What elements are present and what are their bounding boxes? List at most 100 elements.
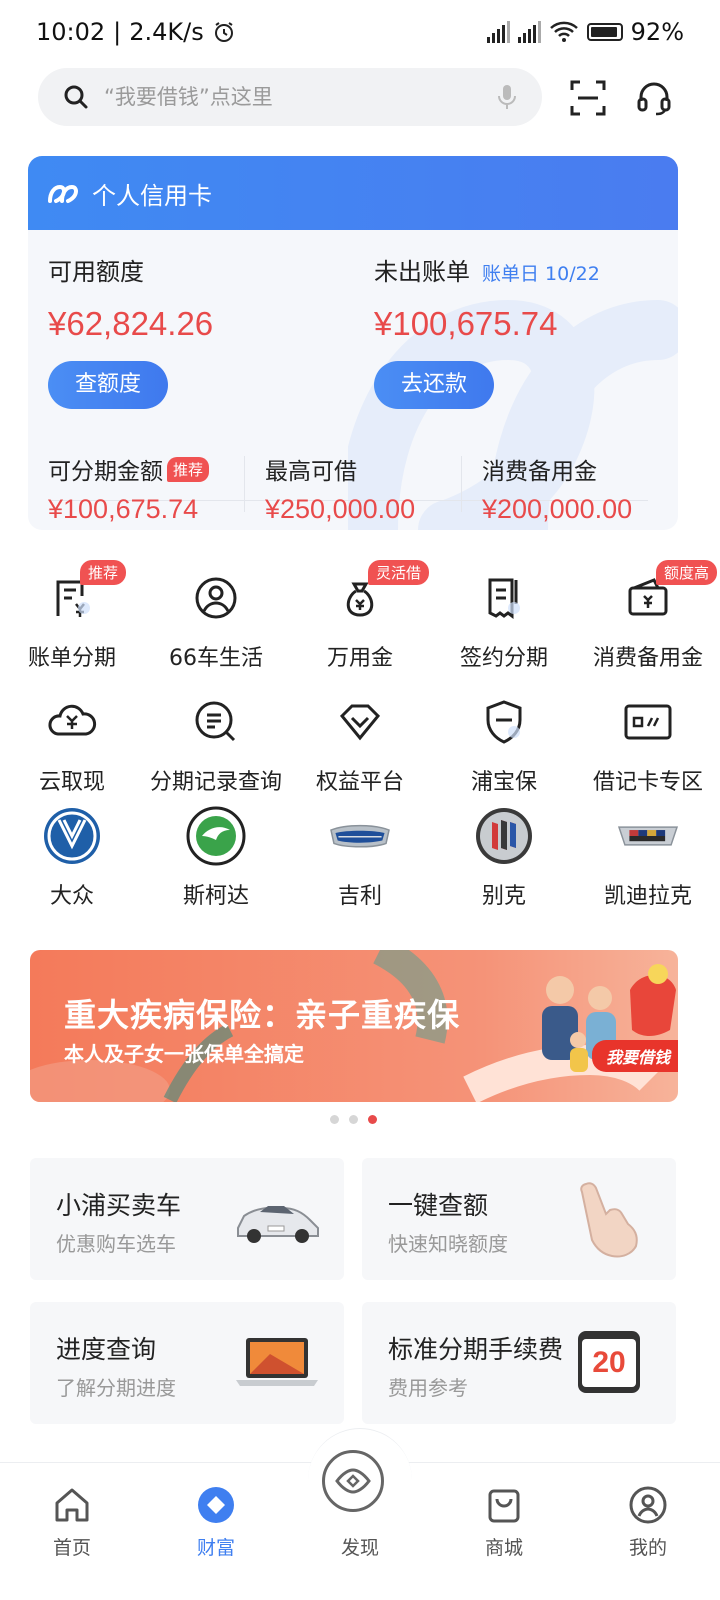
credit-card-title: 个人信用卡 xyxy=(92,181,212,210)
card-title: 一键查额 xyxy=(388,1191,489,1220)
car-icon xyxy=(232,1178,322,1258)
search-row xyxy=(38,68,688,126)
battery-icon xyxy=(586,23,623,41)
insurance-banner[interactable]: 重大疾病保险：亲子重疾保 本人及子女一张保单全搞定 我要借钱 xyxy=(30,950,678,1102)
status-left: 10:02 | 2.4K/s xyxy=(36,18,236,46)
debit-card-icon xyxy=(616,690,680,754)
headset-icon xyxy=(637,82,671,116)
scan-button[interactable] xyxy=(566,76,610,120)
grid-item-record-search[interactable]: 分期记录查询 xyxy=(144,690,288,796)
grid-item-car-life[interactable]: 66车生活 xyxy=(144,566,288,672)
progress-query-card[interactable]: 进度查询 了解分期进度 xyxy=(30,1302,344,1424)
nav-label: 发现 xyxy=(340,1537,379,1559)
grid-item-benefits[interactable]: 权益平台 xyxy=(288,690,432,796)
grid-label: 消费备用金 xyxy=(592,646,703,671)
quick-credit-check-card[interactable]: 一键查额 快速知晓额度 xyxy=(362,1158,676,1280)
separator xyxy=(244,456,245,512)
microphone-icon[interactable] xyxy=(496,83,518,111)
search-icon xyxy=(64,85,88,109)
grid-label: 凯迪拉克 xyxy=(603,884,692,909)
card-title: 标准分期手续费 xyxy=(388,1335,564,1364)
service-grid-row-2: 云取现 分期记录查询 权益平台 浦宝保 借记卡专区 xyxy=(0,690,720,796)
grid-item-consumer-reserve[interactable]: 额度高 消费备用金 xyxy=(576,560,720,672)
brand-cadillac[interactable]: 凯迪拉克 xyxy=(576,804,720,910)
reserve-fund-amount: ¥200,000.00 xyxy=(482,494,633,524)
grid-label: 分期记录查询 xyxy=(149,770,282,795)
banner-subtitle: 本人及子女一张保单全搞定 xyxy=(64,1042,304,1066)
installment-amount-block[interactable]: 可分期金额 推荐 ¥100,675.74 xyxy=(48,452,210,525)
grid-label: 签约分期 xyxy=(459,646,548,671)
car-trade-card[interactable]: 小浦买卖车 优惠购车选车 xyxy=(30,1158,344,1280)
unbilled-amount: ¥100,675.74 xyxy=(374,305,558,342)
pagination-dot-active[interactable] xyxy=(368,1115,377,1124)
cloud-cash-icon xyxy=(40,690,104,754)
service-grid-row-1: 推荐 账单分期 66车生活 灵活借 万用金 签约分期 额度高 消费备用金 xyxy=(0,560,720,672)
wealth-icon xyxy=(198,1487,234,1523)
grid-tag: 灵活借 xyxy=(368,560,430,585)
banner-title: 重大疾病保险：亲子重疾保 xyxy=(64,996,461,1034)
record-search-icon xyxy=(184,690,248,754)
available-credit-amount: ¥62,824.26 xyxy=(48,305,214,342)
separator xyxy=(461,456,462,512)
credit-card-header[interactable]: 个人信用卡 xyxy=(28,156,678,230)
car-life-icon xyxy=(184,566,248,630)
grid-label: 66车生活 xyxy=(169,646,263,671)
brand-volkswagen[interactable]: 大众 xyxy=(0,804,144,910)
brand-skoda[interactable]: 斯柯达 xyxy=(144,804,288,910)
nav-label: 商城 xyxy=(484,1537,523,1559)
nav-label: 我的 xyxy=(628,1537,667,1559)
discover-button[interactable] xyxy=(322,1450,384,1512)
search-bar[interactable] xyxy=(38,68,542,126)
nav-mall[interactable]: 商城 xyxy=(432,1463,576,1600)
eye-diamond-icon xyxy=(335,1468,371,1494)
repay-button[interactable]: 去还款 xyxy=(374,361,494,409)
grid-item-pubaobao[interactable]: 浦宝保 xyxy=(432,690,576,796)
banner-cta-button[interactable]: 我要借钱 xyxy=(591,1040,678,1072)
grid-label: 万用金 xyxy=(326,646,393,671)
unbilled-label-row: 未出账单 账单日 10/22 xyxy=(374,252,600,287)
installment-fee-card[interactable]: 标准分期手续费 费用参考 20 xyxy=(362,1302,676,1424)
scan-icon xyxy=(570,80,606,116)
grid-label: 大众 xyxy=(49,884,94,909)
grid-label: 账单分期 xyxy=(27,646,116,671)
card-subtitle: 优惠购车选车 xyxy=(56,1232,176,1256)
grid-item-universal-loan[interactable]: 灵活借 万用金 xyxy=(288,560,432,672)
search-input[interactable] xyxy=(104,85,482,109)
shopping-bag-icon xyxy=(488,1489,520,1523)
calendar-day: 20 xyxy=(582,1339,636,1387)
card-title: 小浦买卖车 xyxy=(56,1191,182,1220)
status-time: 10:02 xyxy=(36,18,106,46)
cell-signal-1-icon xyxy=(486,21,510,43)
reserve-fund-block[interactable]: 消费备用金 ¥200,000.00 xyxy=(482,452,632,525)
nav-label: 财富 xyxy=(196,1537,235,1559)
check-credit-button[interactable]: 查额度 xyxy=(48,361,168,409)
grid-item-cloud-cash[interactable]: 云取现 xyxy=(0,690,144,796)
card-title: 进度查询 xyxy=(56,1335,157,1364)
contract-icon xyxy=(472,566,536,630)
max-borrow-block[interactable]: 最高可借 ¥250,000.00 xyxy=(265,452,415,525)
customer-service-button[interactable] xyxy=(632,76,676,120)
pagination-dot[interactable] xyxy=(330,1115,339,1124)
installment-label-row: 可分期金额 推荐 xyxy=(48,452,210,486)
grid-item-debit-card[interactable]: 借记卡专区 xyxy=(576,690,720,796)
profile-icon xyxy=(629,1486,667,1524)
grid-item-bill-installment[interactable]: 推荐 账单分期 xyxy=(0,560,144,672)
buick-logo-icon xyxy=(472,804,536,868)
reserve-fund-label: 消费备用金 xyxy=(482,459,597,485)
nav-mine[interactable]: 我的 xyxy=(576,1463,720,1600)
nav-home[interactable]: 首页 xyxy=(0,1463,144,1600)
status-right: 92% xyxy=(486,18,684,46)
card-subtitle: 快速知晓额度 xyxy=(388,1232,508,1256)
grid-label: 借记卡专区 xyxy=(592,770,703,795)
brand-geely[interactable]: 吉利 xyxy=(288,804,432,910)
geely-logo-icon xyxy=(328,804,392,868)
brand-buick[interactable]: 别克 xyxy=(432,804,576,910)
nav-wealth[interactable]: 财富 xyxy=(144,1463,288,1600)
pagination-dot[interactable] xyxy=(349,1115,358,1124)
grid-tag: 推荐 xyxy=(80,560,127,585)
wifi-icon xyxy=(549,21,578,42)
installment-label: 可分期金额 xyxy=(48,459,163,485)
grid-item-contract-installment[interactable]: 签约分期 xyxy=(432,566,576,672)
grid-label: 浦宝保 xyxy=(470,770,537,795)
battery-percent: 92% xyxy=(630,18,684,46)
